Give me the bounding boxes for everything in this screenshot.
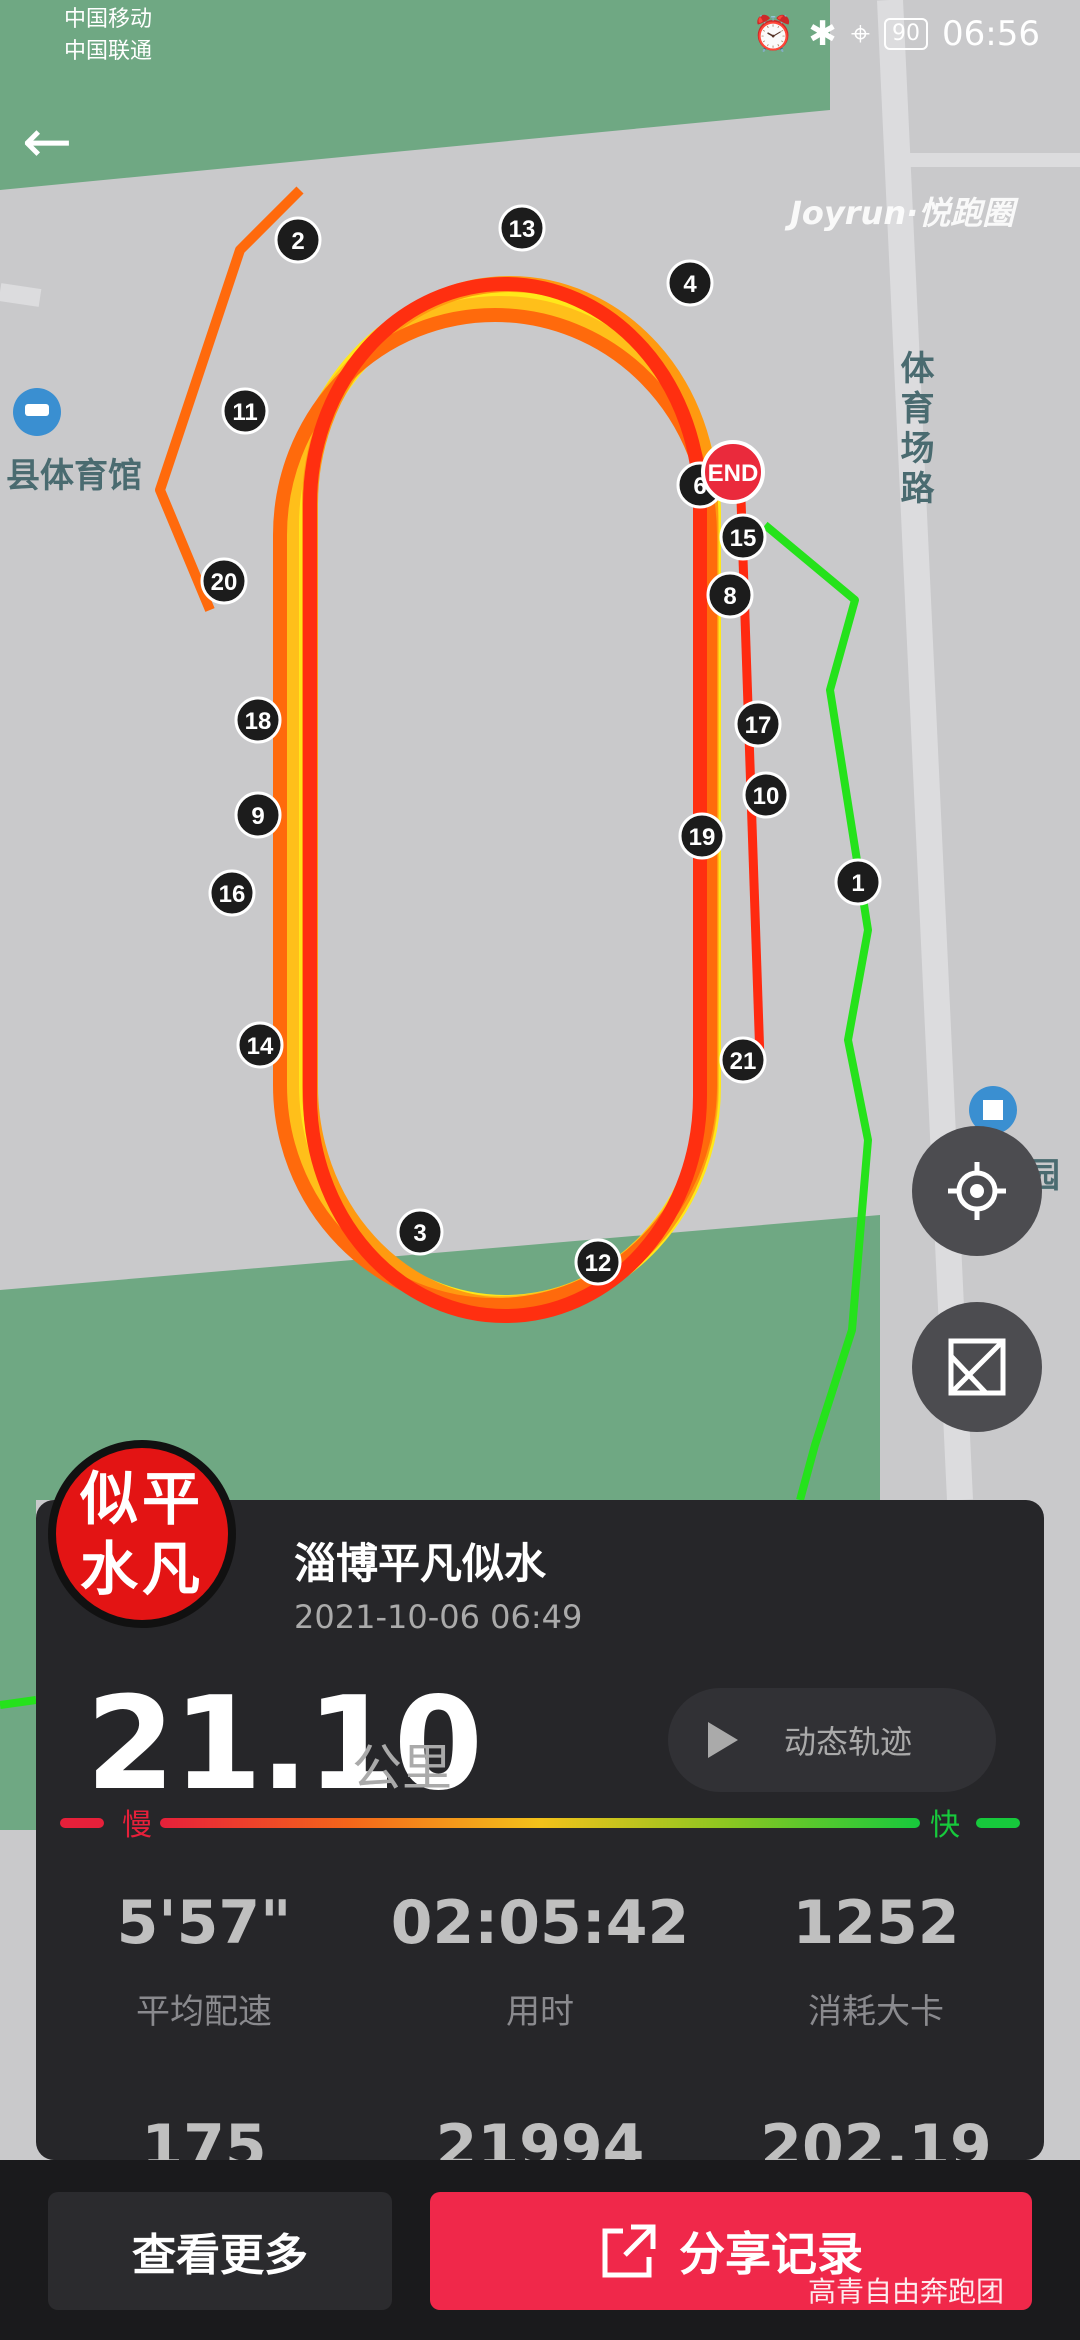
stat-label: 用时	[506, 1992, 574, 2032]
km-marker-label: 4	[683, 271, 697, 298]
user-name: 淄博平凡似水	[294, 1539, 547, 1588]
km-marker-label: 20	[211, 569, 238, 596]
stat-calories: 1252 消耗大卡	[726, 1888, 1026, 2033]
stat-value: 1252	[792, 1888, 960, 1958]
km-marker-label: 8	[723, 583, 736, 610]
alarm-icon: ⏰	[752, 14, 795, 54]
slow-label: 慢	[122, 1808, 152, 1843]
end-marker: END	[701, 440, 765, 504]
locate-button[interactable]	[912, 1126, 1042, 1256]
carrier-2: 中国联通	[64, 39, 153, 64]
map-label-stadium: 县体育馆	[6, 456, 142, 496]
km-marker-label: 18	[245, 708, 272, 735]
play-icon	[708, 1722, 738, 1758]
map-layer-icon	[948, 1338, 1006, 1396]
status-right: ⏰ ✱ ⌖ 90 06:56	[752, 14, 1040, 54]
view-more-button[interactable]: 查看更多	[48, 2192, 392, 2310]
km-marker-label: 1	[851, 870, 864, 897]
carrier-1: 中国移动	[64, 7, 153, 32]
battery-icon: 90	[884, 18, 929, 50]
replay-label: 动态轨迹	[784, 1723, 913, 1761]
km-marker-label: 17	[745, 712, 772, 739]
bluetooth-icon: ✱	[808, 14, 837, 54]
watermark: 高青自由奔跑团	[808, 2275, 1005, 2308]
stat-label: 消耗大卡	[808, 1992, 944, 2032]
pace-gradient-bar	[60, 1816, 1020, 1830]
km-marker-label: 2	[291, 228, 304, 255]
km-marker-label: 3	[413, 1220, 426, 1247]
map-label-road: 体育场路	[894, 350, 934, 510]
location-icon: ⌖	[850, 14, 871, 54]
stadium-poi-icon	[13, 388, 61, 436]
km-marker-label: 16	[219, 881, 246, 908]
replay-track-button[interactable]: 动态轨迹	[668, 1688, 996, 1792]
km-marker-label: 11	[232, 399, 257, 426]
run-datetime: 2021-10-06 06:49	[294, 1598, 583, 1636]
km-marker-label: 21	[730, 1048, 757, 1075]
stat-label: 平均配速	[136, 1992, 272, 2032]
km-marker-label: 9	[251, 803, 264, 830]
km-marker-label: 13	[509, 216, 536, 243]
clock: 06:56	[942, 14, 1040, 54]
km-marker-label: 10	[753, 783, 780, 810]
joyrun-brand: Joyrun·悦跑圈	[790, 194, 1015, 232]
stat-value: 5'57"	[116, 1888, 292, 1958]
back-arrow-icon[interactable]: ←	[22, 110, 92, 180]
stat-duration: 02:05:42 用时	[390, 1888, 690, 2033]
fast-label: 快	[930, 1808, 960, 1843]
km-marker-label: 15	[730, 525, 757, 552]
end-label: END	[708, 460, 759, 487]
km-marker-label: 19	[689, 824, 716, 851]
avatar[interactable]: 似平水凡	[48, 1440, 236, 1628]
distance-unit: 公里	[352, 1739, 452, 1797]
share-icon	[602, 2224, 656, 2278]
status-bar: 中国移动 中国联通 ⏰ ✱ ⌖ 90 06:56	[0, 0, 1080, 80]
map-layer-button[interactable]	[912, 1302, 1042, 1432]
km-marker-label: 14	[247, 1033, 274, 1060]
avatar-image: 似平水凡	[56, 1448, 228, 1620]
km-marker-label: 12	[585, 1250, 612, 1277]
crosshair-icon	[948, 1162, 1006, 1220]
stat-value: 02:05:42	[390, 1888, 690, 1958]
stat-avg-pace: 5'57" 平均配速	[54, 1888, 354, 2033]
